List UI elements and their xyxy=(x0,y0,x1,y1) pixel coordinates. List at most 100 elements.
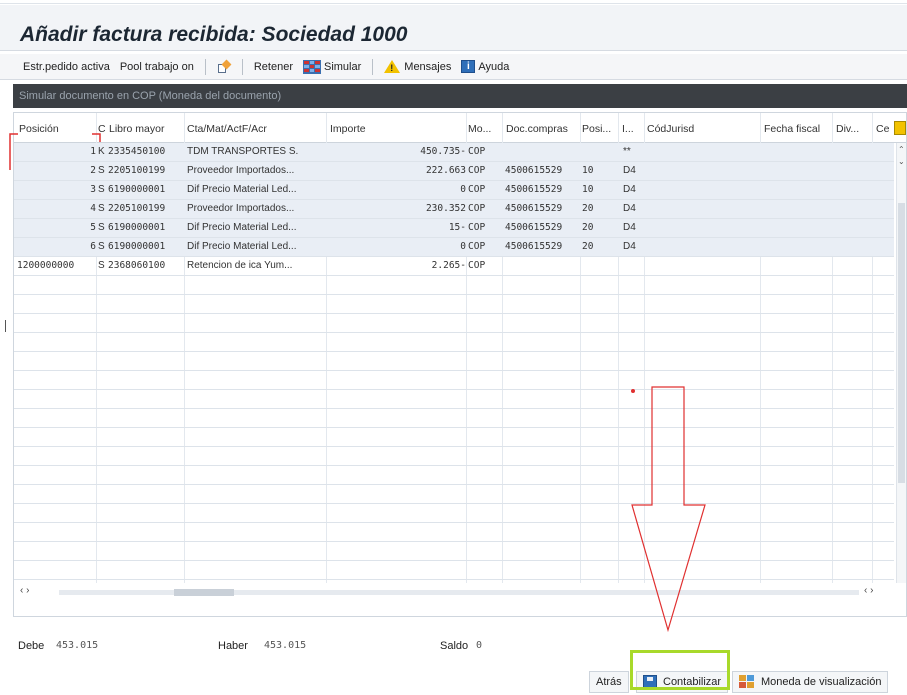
cell-cta[interactable]: TDM TRANSPORTES S. xyxy=(187,146,325,157)
cell-importe[interactable]: 450.735- xyxy=(326,146,466,157)
cell-mon[interactable]: COP xyxy=(468,260,502,271)
simulation-panel-header[interactable]: Simular documento en COP (Moneda del doc… xyxy=(13,84,907,108)
table-row[interactable]: 4 S 2205100199 Proveedor Importados... 230.3… xyxy=(14,200,894,219)
cell-mon[interactable]: COP xyxy=(468,184,502,195)
cell-num[interactable]: 6 xyxy=(80,241,96,252)
column-settings-icon[interactable] xyxy=(894,121,906,135)
col-libro-mayor[interactable]: Libro mayor xyxy=(109,123,164,135)
col-cod-jurisd[interactable]: CódJurisd xyxy=(647,123,694,135)
mensajes-button[interactable]: ! Mensajes xyxy=(379,57,456,77)
col-fecha-fiscal[interactable]: Fecha fiscal xyxy=(764,123,820,135)
cell-importe[interactable]: 230.352 xyxy=(326,203,466,214)
cell-doc[interactable]: 4500615529 xyxy=(505,203,579,214)
cell-doc[interactable]: 4500615529 xyxy=(505,222,579,233)
cell-importe[interactable]: 0 xyxy=(326,184,466,195)
table-row[interactable]: 2 S 2205100199 Proveedor Importados... 222.6… xyxy=(14,162,894,181)
cell-libro[interactable]: 6190000001 xyxy=(108,222,184,233)
cell-doc[interactable]: 4500615529 xyxy=(505,184,579,195)
table-row[interactable]: 1200000000 S 2368060100 Retencion de ica Yu… xyxy=(14,257,894,276)
cell-doc[interactable]: 4500615529 xyxy=(505,165,579,176)
cell-importe[interactable]: 2.265- xyxy=(326,260,466,271)
table-row[interactable]: 1 K 2335450100 TDM TRANSPORTES S. 450.735- CO… xyxy=(14,143,894,162)
ayuda-button[interactable]: i Ayuda xyxy=(456,57,514,77)
col-c[interactable]: C xyxy=(98,123,106,135)
cell-c[interactable]: S xyxy=(98,203,108,214)
table-row[interactable]: 6 S 6190000001 Dif Precio Material Led... 0 C… xyxy=(14,238,894,257)
cell-c[interactable]: K xyxy=(98,146,108,157)
cell-pos[interactable]: 20 xyxy=(582,203,616,214)
table-row[interactable]: 5 S 6190000001 Dif Precio Material Led... 15… xyxy=(14,219,894,238)
cell-ind[interactable]: D4 xyxy=(623,222,643,233)
col-moneda[interactable]: Mo... xyxy=(468,123,491,135)
estr-pedido-activa-button[interactable]: Estr.pedido activa xyxy=(18,57,115,77)
atras-button[interactable]: Atrás xyxy=(589,671,629,693)
cell-pos[interactable]: 10 xyxy=(582,184,616,195)
scroll-down-icon[interactable]: ⌄ xyxy=(898,157,905,166)
cell-c[interactable]: S xyxy=(98,184,108,195)
col-div[interactable]: Div... xyxy=(836,123,859,135)
cell-num[interactable]: 1 xyxy=(80,146,96,157)
horizontal-scroll-thumb[interactable] xyxy=(174,589,234,596)
cell-ind[interactable]: D4 xyxy=(623,203,643,214)
scroll-right-icon[interactable]: ‹ › xyxy=(864,585,873,596)
cell-num[interactable]: 4 xyxy=(80,203,96,214)
cell-libro[interactable]: 2368060100 xyxy=(108,260,184,271)
cell-ind[interactable]: D4 xyxy=(623,184,643,195)
cell-ind[interactable]: D4 xyxy=(623,165,643,176)
col-cta[interactable]: Cta/Mat/ActF/Acr xyxy=(187,123,267,135)
cell-mon[interactable]: COP xyxy=(468,241,502,252)
cell-cta[interactable]: Retencion de ica Yum... xyxy=(187,260,325,271)
col-ce[interactable]: Ce xyxy=(876,123,889,135)
cell-libro[interactable]: 6190000001 xyxy=(108,184,184,195)
favorite-button[interactable] xyxy=(212,57,236,77)
retener-button[interactable]: Retener xyxy=(249,57,298,77)
cell-mon[interactable]: COP xyxy=(468,203,502,214)
scroll-left-icon[interactable]: ‹ › xyxy=(20,585,29,596)
cell-doc[interactable]: 4500615529 xyxy=(505,241,579,252)
cell-cta[interactable]: Proveedor Importados... xyxy=(187,203,325,214)
cell-c[interactable]: S xyxy=(98,165,108,176)
cell-mon[interactable]: COP xyxy=(468,146,502,157)
simulate-icon xyxy=(302,59,321,74)
cell-cta[interactable]: Dif Precio Material Led... xyxy=(187,184,325,195)
cell-num[interactable]: 2 xyxy=(80,165,96,176)
cell-mon[interactable]: COP xyxy=(468,165,502,176)
cell-cta[interactable]: Proveedor Importados... xyxy=(187,165,325,176)
cell-importe[interactable]: 15- xyxy=(326,222,466,233)
cell-libro[interactable]: 6190000001 xyxy=(108,241,184,252)
horizontal-scrollbar[interactable]: ‹ › ‹ › xyxy=(14,583,906,601)
cell-num[interactable]: 3 xyxy=(80,184,96,195)
col-doc-compras[interactable]: Doc.compras xyxy=(506,123,568,135)
cell-pos[interactable]: 10 xyxy=(582,165,616,176)
cell-ind[interactable]: ** xyxy=(623,146,643,157)
cell-libro[interactable]: 2205100199 xyxy=(108,203,184,214)
vertical-scrollbar[interactable]: ⌃ ⌄ xyxy=(896,143,906,583)
cell-cta[interactable]: Dif Precio Material Led... xyxy=(187,222,325,233)
cell-posicion[interactable]: 1200000000 xyxy=(17,260,79,271)
scroll-up-icon[interactable]: ⌃ xyxy=(898,145,905,154)
col-importe[interactable]: Importe xyxy=(330,123,366,135)
cell-c[interactable]: S xyxy=(98,241,108,252)
cell-cta[interactable]: Dif Precio Material Led... xyxy=(187,241,325,252)
cell-ind[interactable]: D4 xyxy=(623,241,643,252)
cell-importe[interactable]: 222.663 xyxy=(326,165,466,176)
cell-importe[interactable]: 0 xyxy=(326,241,466,252)
col-posicion[interactable]: Posición xyxy=(19,123,59,135)
cell-libro[interactable]: 2205100199 xyxy=(108,165,184,176)
cell-c[interactable]: S xyxy=(98,260,108,271)
cell-c[interactable]: S xyxy=(98,222,108,233)
col-i[interactable]: I... xyxy=(622,123,634,135)
moneda-visualizacion-button[interactable]: Moneda de visualización xyxy=(732,671,889,693)
cell-pos[interactable]: 20 xyxy=(582,241,616,252)
debe-label: Debe xyxy=(18,640,45,652)
table-row[interactable]: 3 S 6190000001 Dif Precio Material Led... 0 C… xyxy=(14,181,894,200)
pool-trabajo-button[interactable]: Pool trabajo on xyxy=(115,57,199,77)
cell-num[interactable]: 5 xyxy=(80,222,96,233)
cell-pos[interactable]: 20 xyxy=(582,222,616,233)
col-posi[interactable]: Posi... xyxy=(582,123,611,135)
cell-libro[interactable]: 2335450100 xyxy=(108,146,184,157)
ayuda-label: Ayuda xyxy=(478,60,510,73)
vertical-scroll-thumb[interactable] xyxy=(898,203,905,483)
cell-mon[interactable]: COP xyxy=(468,222,502,233)
simular-button[interactable]: Simular xyxy=(298,57,366,77)
